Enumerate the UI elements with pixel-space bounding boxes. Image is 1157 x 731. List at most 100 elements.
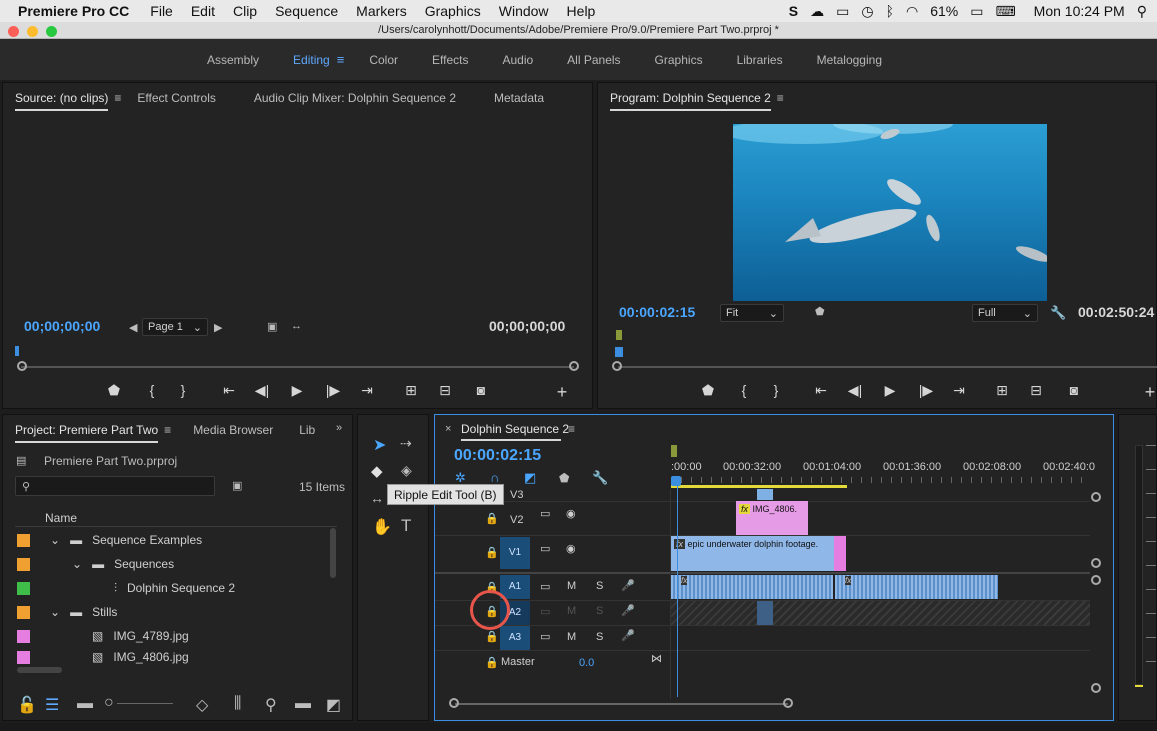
wifi-icon[interactable]: ◠ bbox=[906, 3, 918, 20]
locked-track-area-a2[interactable] bbox=[671, 601, 1090, 625]
ripple-edit-tool-icon[interactable]: ◆ bbox=[371, 462, 383, 480]
go-to-next-edit-icon[interactable]: ⋈ bbox=[651, 652, 662, 665]
close-window-icon[interactable] bbox=[8, 26, 19, 37]
step-back-icon[interactable]: ◀| bbox=[845, 382, 865, 399]
vertical-scrollbar[interactable] bbox=[330, 528, 336, 578]
v3-clip-fragment[interactable] bbox=[757, 489, 773, 500]
overflow-chevron-icon[interactable]: » bbox=[336, 422, 342, 434]
workspace-all-panels[interactable]: All Panels bbox=[567, 53, 620, 67]
step-back-icon[interactable]: ◀| bbox=[252, 382, 272, 399]
tab-media-browser[interactable]: Media Browser bbox=[193, 417, 273, 443]
menu-sequence[interactable]: Sequence bbox=[266, 3, 347, 19]
label-color-swatch[interactable] bbox=[17, 557, 30, 571]
export-frame-icon[interactable]: ◙ bbox=[471, 382, 491, 398]
panel-menu-icon[interactable]: ≡ bbox=[777, 91, 784, 105]
sort-icons-icon[interactable]: ◇ bbox=[196, 695, 208, 715]
workspace-color[interactable]: Color bbox=[369, 53, 398, 67]
prev-page-icon[interactable]: ◀ bbox=[129, 321, 137, 334]
next-page-icon[interactable]: ▶ bbox=[214, 321, 222, 334]
a2-clip-fragment[interactable] bbox=[757, 601, 773, 625]
tab-metadata[interactable]: Metadata bbox=[494, 85, 544, 111]
input-source-icon[interactable]: ⌨ bbox=[995, 3, 1015, 20]
lock-icon[interactable]: 🔓 bbox=[17, 695, 37, 715]
sync-lock-icon[interactable]: ▭ bbox=[540, 507, 550, 520]
linked-selection-icon[interactable]: ◩ bbox=[524, 470, 536, 486]
clip-transition-pink[interactable] bbox=[834, 536, 846, 571]
go-to-out-icon[interactable]: ⇥ bbox=[949, 382, 969, 399]
insert-icon[interactable]: ⊞ bbox=[401, 382, 421, 399]
mark-out-icon[interactable]: } bbox=[173, 382, 193, 398]
list-item[interactable]: ▧ IMG_4789.jpg bbox=[17, 624, 333, 648]
lock-icon[interactable]: 🔒 bbox=[485, 512, 499, 525]
clock[interactable]: Mon 10:24 PM bbox=[1034, 3, 1125, 19]
add-marker-icon[interactable]: ⬟ bbox=[698, 382, 718, 399]
go-to-in-icon[interactable]: ⇤ bbox=[811, 382, 831, 399]
play-icon[interactable]: ▶ bbox=[287, 382, 307, 399]
menu-file[interactable]: File bbox=[141, 3, 182, 19]
menu-edit[interactable]: Edit bbox=[182, 3, 224, 19]
audio-clip-a1[interactable]: fx bbox=[835, 575, 998, 599]
hand-tool-icon[interactable]: ✋ bbox=[372, 517, 392, 537]
zoom-slider[interactable] bbox=[117, 703, 173, 704]
lock-icon[interactable]: 🔒 bbox=[485, 656, 499, 669]
tab-libraries[interactable]: Lib bbox=[299, 417, 315, 443]
type-tool-icon[interactable]: T bbox=[401, 516, 411, 536]
tab-source[interactable]: Source: (no clips) bbox=[15, 85, 109, 111]
overwrite-icon[interactable]: ⊟ bbox=[435, 382, 455, 399]
disclosure-triangle-icon[interactable]: ⌄ bbox=[50, 605, 60, 619]
disclosure-triangle-icon[interactable]: ⌄ bbox=[72, 557, 82, 571]
mark-out-icon[interactable]: } bbox=[766, 382, 786, 398]
skype-icon[interactable]: S bbox=[789, 3, 798, 19]
tab-sequence[interactable]: Dolphin Sequence 2 bbox=[461, 422, 569, 436]
panel-menu-icon[interactable]: ≡ bbox=[164, 423, 171, 437]
list-item[interactable]: ▧ IMG_4806.jpg bbox=[17, 648, 333, 666]
audio-scroll-handle-bottom[interactable] bbox=[1091, 683, 1101, 693]
zoom-select[interactable]: Fit ⌄ bbox=[720, 304, 784, 322]
tab-audio-clip-mixer[interactable]: Audio Clip Mixer: Dolphin Sequence 2 bbox=[254, 85, 456, 111]
playhead-line[interactable] bbox=[677, 485, 678, 697]
step-forward-icon[interactable]: |▶ bbox=[323, 382, 343, 399]
new-item-icon[interactable]: ◩ bbox=[326, 695, 341, 715]
mute-button[interactable]: M bbox=[567, 580, 576, 592]
find-icon[interactable]: ⚲ bbox=[265, 695, 277, 715]
label-color-swatch[interactable] bbox=[17, 605, 30, 619]
go-to-in-icon[interactable]: ⇤ bbox=[219, 382, 239, 399]
menu-graphics[interactable]: Graphics bbox=[416, 3, 490, 19]
play-icon[interactable]: ▶ bbox=[880, 382, 900, 399]
mute-button[interactable]: M bbox=[567, 631, 576, 643]
source-timecode[interactable]: 00;00;00;00 bbox=[24, 318, 100, 334]
list-view-icon[interactable]: ☰ bbox=[45, 695, 59, 715]
mark-in-icon[interactable]: { bbox=[142, 382, 162, 398]
workspace-menu-icon[interactable]: ≡ bbox=[337, 52, 345, 67]
add-marker-icon[interactable]: ⬟ bbox=[559, 471, 569, 485]
drag-video-icon[interactable]: ↔ bbox=[291, 320, 302, 332]
menu-help[interactable]: Help bbox=[558, 3, 605, 19]
program-zoom-handle[interactable] bbox=[612, 361, 622, 371]
solo-button[interactable]: S bbox=[596, 580, 603, 592]
menu-window[interactable]: Window bbox=[490, 3, 558, 19]
zoom-handle-right[interactable] bbox=[783, 698, 793, 708]
menu-markers[interactable]: Markers bbox=[347, 3, 416, 19]
go-to-out-icon[interactable]: ⇥ bbox=[357, 382, 377, 399]
selection-tool-icon[interactable]: ➤ bbox=[373, 435, 386, 455]
panel-menu-icon[interactable]: ≡ bbox=[568, 422, 575, 436]
track-target-a3[interactable]: A3 bbox=[500, 626, 530, 650]
battery-icon[interactable]: ▭ bbox=[970, 3, 983, 20]
settings-wrench-icon[interactable]: 🔧 bbox=[1050, 305, 1066, 321]
button-editor-icon[interactable]: + bbox=[1140, 382, 1157, 403]
track-label-v2[interactable]: V2 bbox=[510, 514, 523, 526]
sequence-timecode[interactable]: 00:00:02:15 bbox=[454, 447, 541, 465]
workspace-metalogging[interactable]: Metalogging bbox=[817, 53, 882, 67]
cloud-icon[interactable]: ☁ bbox=[810, 3, 824, 20]
workspace-libraries[interactable]: Libraries bbox=[737, 53, 783, 67]
mute-button[interactable]: M bbox=[567, 605, 576, 617]
lock-icon[interactable]: 🔒 bbox=[485, 546, 499, 559]
program-zoom-bar[interactable] bbox=[618, 366, 1157, 368]
clip-dolphin-footage[interactable]: fx epic underwater dolphin footage. bbox=[671, 536, 834, 571]
extract-icon[interactable]: ⊟ bbox=[1026, 382, 1046, 399]
source-zoom-handle-right[interactable] bbox=[569, 361, 579, 371]
track-target-v1[interactable]: V1 bbox=[500, 537, 530, 569]
minimize-window-icon[interactable] bbox=[27, 26, 38, 37]
app-menu[interactable]: Premiere Pro CC bbox=[0, 3, 141, 19]
source-playhead[interactable] bbox=[15, 346, 19, 356]
